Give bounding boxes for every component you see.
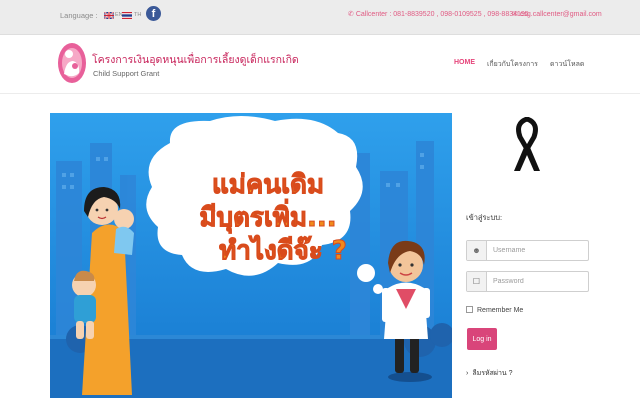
callcenter-info: ✆ Callcenter : 081-8839520 , 098-0109525 …: [348, 10, 529, 18]
site-subtitle: Child Support Grant: [93, 69, 160, 78]
chevron-right-icon: ›: [466, 370, 469, 377]
user-icon: ☻: [467, 241, 487, 260]
banner-line-2: มีบุตรเพิ่ม...: [199, 203, 337, 234]
forgot-password-link[interactable]: › ลืมรหัสผ่าน ?: [466, 368, 513, 379]
logo-mother-baby-icon[interactable]: [57, 39, 87, 87]
mail-icon: ✉: [512, 11, 518, 18]
email-info[interactable]: ✉ csg.callcenter@gmail.com: [512, 10, 602, 18]
banner-line-3: ทำไงดีจ๊ะ ?: [219, 236, 348, 267]
flag-thai-icon[interactable]: [122, 12, 132, 19]
forgot-password-label[interactable]: ลืมรหัสผ่าน ?: [472, 370, 512, 377]
login-button[interactable]: Log in: [467, 328, 497, 350]
facebook-icon[interactable]: f: [146, 6, 161, 21]
password-field[interactable]: ☐: [466, 271, 589, 292]
email-text[interactable]: csg.callcenter@gmail.com: [520, 11, 602, 18]
nav-about[interactable]: เกี่ยวกับโครงการ: [487, 59, 538, 70]
language-label: Language :: [60, 11, 98, 20]
hero-banner[interactable]: แม่คนเดิม มีบุตรเพิ่ม... ทำไงดีจ๊ะ ?: [50, 113, 452, 398]
callcenter-text: Callcenter : 081-8839520 , 098-0109525 ,…: [355, 11, 529, 18]
flag-uk-icon[interactable]: [104, 12, 114, 19]
banner-line-1: แม่คนเดิม: [212, 170, 325, 201]
site-title[interactable]: โครงการเงินอุดหนุนเพื่อการเลี้ยงดูเด็กแร…: [92, 51, 299, 68]
remember-label: Remember Me: [477, 307, 524, 314]
lang-th-label[interactable]: TH: [134, 12, 141, 18]
nav-download[interactable]: ดาวน์โหลด: [550, 59, 584, 70]
username-field[interactable]: ☻: [466, 240, 589, 261]
phone-icon: ✆: [348, 11, 354, 18]
nav-home[interactable]: HOME: [454, 59, 475, 66]
username-input[interactable]: [488, 241, 588, 260]
banner-text: แม่คนเดิม มีบุตรเพิ่ม... ทำไงดีจ๊ะ ?: [178, 169, 358, 268]
login-heading: เข้าสู่ระบบ:: [466, 213, 503, 222]
top-bar: Language : EN TH f ✆ Callcenter : 081-883…: [0, 0, 640, 35]
password-input[interactable]: [488, 272, 588, 291]
remember-me[interactable]: Remember Me: [466, 306, 523, 314]
mourning-ribbon-icon: [514, 117, 540, 171]
site-header: โครงการเงินอุดหนุนเพื่อการเลี้ยงดูเด็กแร…: [0, 36, 640, 94]
remember-checkbox[interactable]: [466, 306, 473, 313]
lock-icon: ☐: [467, 272, 487, 291]
